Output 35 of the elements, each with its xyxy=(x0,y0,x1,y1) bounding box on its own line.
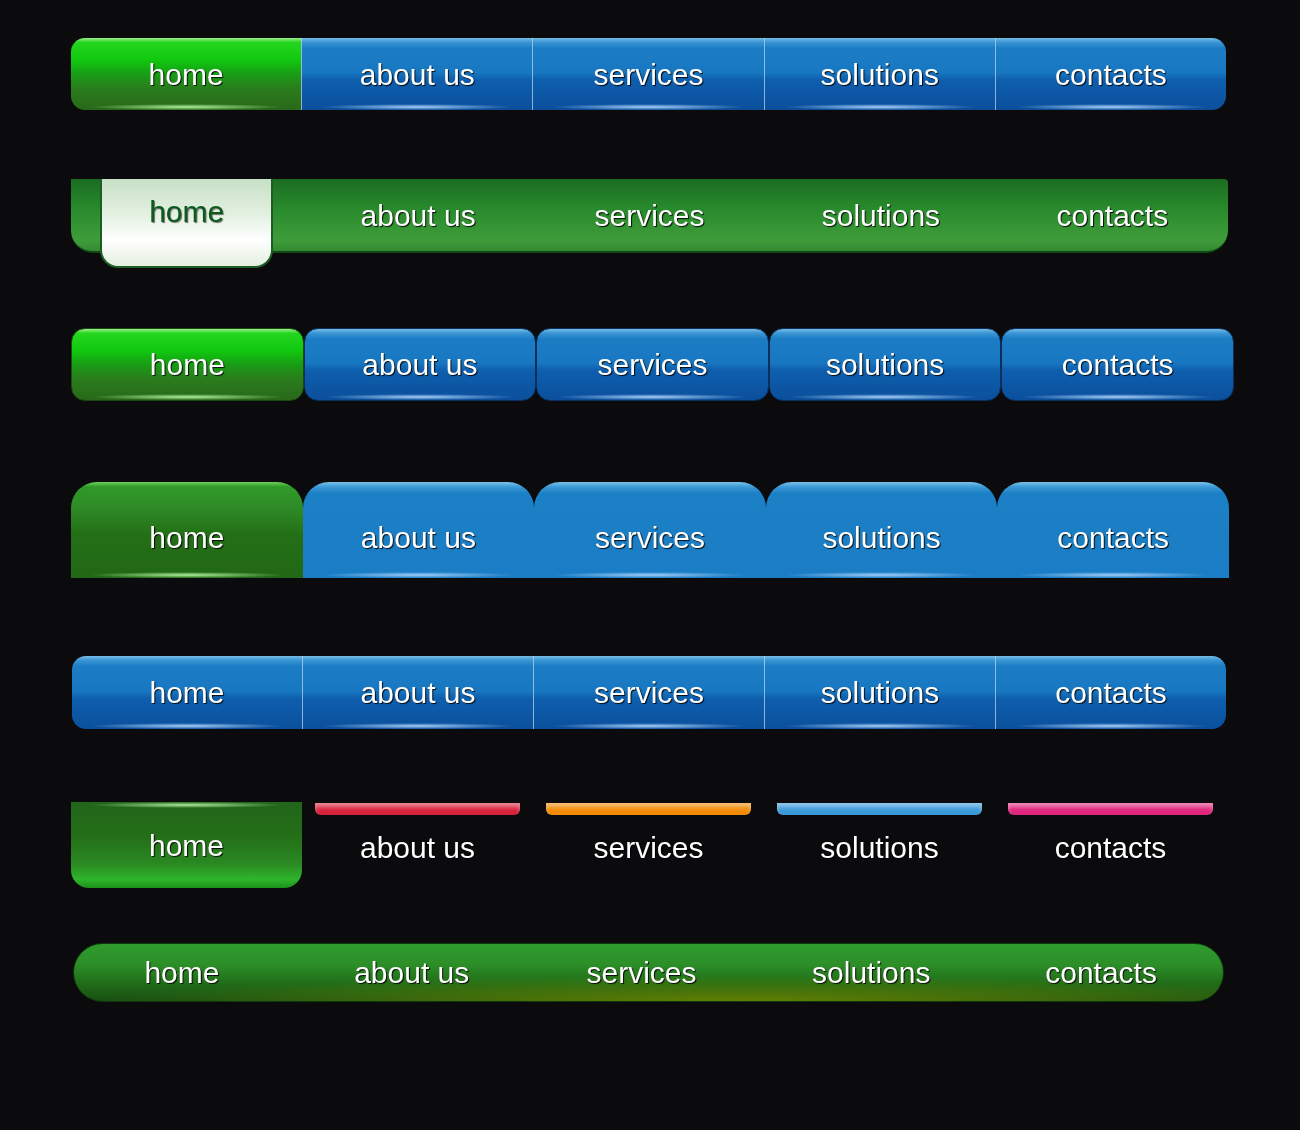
nav-tab[interactable]: solutions xyxy=(768,328,1002,401)
nav-tab[interactable]: solutions xyxy=(763,38,995,110)
nav-tab[interactable]: contacts xyxy=(1001,328,1234,401)
nav-tab[interactable]: home xyxy=(72,656,302,729)
nav-link[interactable]: about us xyxy=(354,956,470,989)
nav-tab[interactable]: contacts xyxy=(995,656,1226,729)
nav-link[interactable]: services xyxy=(594,198,705,232)
nav-tab[interactable]: about us xyxy=(301,38,533,110)
nav-link[interactable]: home xyxy=(144,956,220,989)
nav-tab[interactable]: home xyxy=(100,179,274,268)
nav-link[interactable]: services xyxy=(586,956,697,989)
nav-link[interactable]: about us xyxy=(360,198,476,232)
nav-link[interactable]: solutions xyxy=(812,956,931,989)
nav-tab[interactable]: services xyxy=(532,38,764,110)
nav-tab[interactable]: about us xyxy=(302,482,535,578)
nav-tab[interactable]: services xyxy=(536,328,769,401)
nav-tab[interactable]: home xyxy=(71,38,302,110)
nav-tab[interactable]: services xyxy=(534,482,766,578)
nav-tab[interactable]: contacts xyxy=(994,38,1226,110)
nav-link[interactable]: about us xyxy=(359,831,476,864)
nav-tab[interactable]: services xyxy=(533,656,764,729)
nav-tab[interactable]: home xyxy=(71,802,302,888)
nav-link[interactable]: solutions xyxy=(820,831,939,864)
nav-link[interactable]: services xyxy=(593,831,704,864)
nav-tab[interactable]: about us xyxy=(303,328,537,401)
nav-link[interactable]: solutions xyxy=(821,198,941,232)
nav-link[interactable]: contacts xyxy=(1045,956,1157,989)
nav-tab[interactable]: home xyxy=(71,328,304,401)
nav-tab[interactable]: home xyxy=(71,482,303,578)
nav-link[interactable]: contacts xyxy=(1054,831,1167,864)
nav-tab[interactable]: contacts xyxy=(997,482,1229,578)
nav-link[interactable]: contacts xyxy=(1056,198,1169,232)
nav-tab[interactable]: solutions xyxy=(765,482,998,578)
nav-tab[interactable]: about us xyxy=(302,656,533,729)
nav-tab[interactable]: solutions xyxy=(764,656,995,729)
